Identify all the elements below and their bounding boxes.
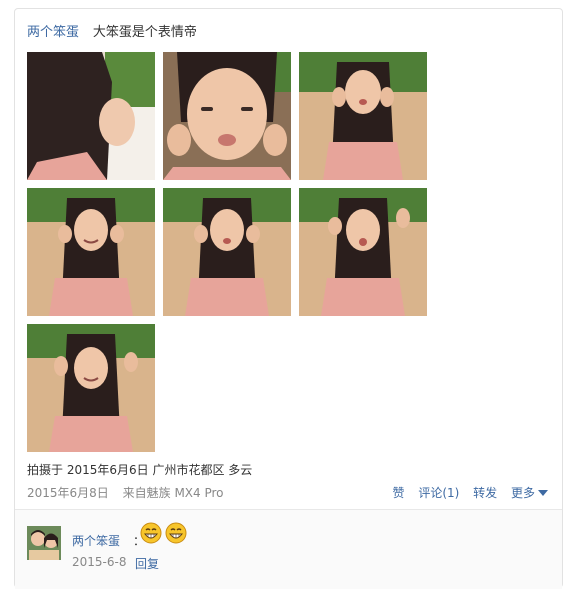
more-button[interactable]: 更多	[511, 486, 548, 500]
photo-thumbnail[interactable]	[27, 52, 155, 180]
post-source: 来自魅族 MX4 Pro	[122, 486, 224, 500]
photo-thumbnail[interactable]	[27, 324, 155, 452]
post-actions: 赞 评论(1) 转发 更多	[382, 484, 548, 501]
avatar[interactable]	[27, 526, 61, 560]
post-card: 两个笨蛋 大笨蛋是个表情帝 拍摄于 2015年6月6日 广州市花都区 多云 20…	[14, 8, 563, 589]
photo-location-line: 拍摄于 2015年6月6日 广州市花都区 多云	[27, 463, 253, 477]
reply-button[interactable]: 回复	[135, 555, 159, 572]
photo-thumbnail[interactable]	[163, 188, 291, 316]
post-text: 大笨蛋是个表情帝	[92, 25, 197, 40]
comment-button[interactable]: 评论(1)	[418, 486, 459, 500]
grin-emoji-icon	[140, 522, 162, 544]
photo-thumbnail[interactable]	[27, 188, 155, 316]
comment-section: 两个笨蛋 ： 2015-6-8 回复	[15, 509, 562, 589]
grin-emoji-icon	[165, 522, 187, 544]
post-date: 2015年6月8日	[27, 486, 109, 500]
chevron-down-icon	[538, 490, 548, 496]
comment-date: 2015-6-8	[72, 555, 127, 569]
post-author-link[interactable]: 两个笨蛋	[27, 25, 79, 40]
post-meta: 2015年6月8日 来自魅族 MX4 Pro	[27, 484, 224, 501]
share-button[interactable]: 转发	[473, 486, 497, 500]
photo-thumbnail[interactable]	[163, 52, 291, 180]
like-button[interactable]: 赞	[392, 486, 404, 500]
photo-thumbnail[interactable]	[299, 188, 427, 316]
photo-thumbnail[interactable]	[299, 52, 427, 180]
post-header: 两个笨蛋 大笨蛋是个表情帝	[27, 23, 197, 41]
comment-author-link[interactable]: 两个笨蛋	[72, 532, 120, 549]
more-label: 更多	[510, 486, 535, 500]
